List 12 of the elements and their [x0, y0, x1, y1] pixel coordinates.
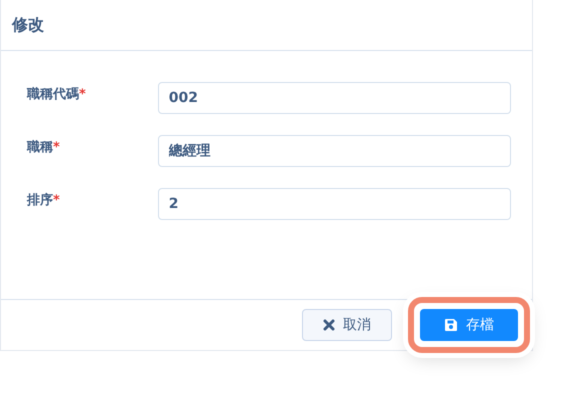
input-field[interactable]: 2	[158, 188, 511, 220]
field-label: 職稱	[27, 140, 53, 155]
input-field[interactable]: 002	[158, 82, 511, 114]
required-mark: *	[79, 87, 86, 102]
close-icon	[323, 319, 335, 331]
field-label: 排序	[27, 193, 53, 208]
required-mark: *	[53, 140, 60, 155]
field-label: 職稱代碼	[27, 87, 79, 102]
cancel-button[interactable]: 取消	[302, 309, 392, 341]
dialog-title: 修改	[12, 14, 44, 36]
input-field[interactable]: 總經理	[158, 135, 511, 167]
required-mark: *	[53, 193, 60, 208]
